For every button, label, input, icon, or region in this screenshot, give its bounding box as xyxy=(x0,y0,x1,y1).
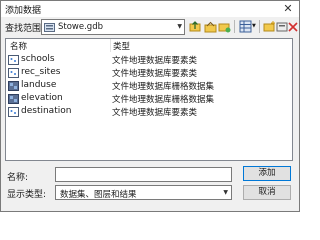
raster-dataset-icon xyxy=(8,94,19,104)
list-item[interactable]: elevation 文件地理数据库栅格数据集 xyxy=(6,93,292,105)
item-name: destination xyxy=(21,106,72,116)
item-type: 文件地理数据库要素类 xyxy=(112,108,198,118)
home-folder-icon[interactable] xyxy=(204,20,217,33)
list-item[interactable]: rec_sites 文件地理数据库要素类 xyxy=(6,67,292,79)
list-view-icon[interactable] xyxy=(239,20,252,33)
list-item[interactable]: destination 文件地理数据库要素类 xyxy=(6,106,292,118)
cancel-button[interactable]: 取消 xyxy=(243,185,291,200)
view-chevron-down-icon[interactable]: ▼ xyxy=(252,23,256,29)
point-feature-class-icon xyxy=(8,55,19,65)
add-button[interactable]: 添加 xyxy=(243,166,291,181)
show-type-value: 数据集、图层和结果 xyxy=(60,190,137,200)
item-type: 文件地理数据库要素类 xyxy=(112,69,198,79)
show-type-label: 显示类型: xyxy=(7,190,47,200)
name-input[interactable] xyxy=(55,167,232,182)
catalog-contents-list[interactable]: 名称 类型 schools 文件地理数据库要素类 rec_sites 文件地理数… xyxy=(5,38,293,161)
column-divider[interactable] xyxy=(110,39,111,52)
item-name: schools xyxy=(21,54,55,64)
up-one-level-icon[interactable] xyxy=(189,20,202,33)
new-folder-icon[interactable] xyxy=(263,20,276,33)
look-in-dropdown[interactable]: Stowe.gdb ▼ xyxy=(41,19,185,35)
look-in-label: 查找范围 xyxy=(5,24,42,34)
list-header: 名称 类型 xyxy=(6,39,292,52)
chevron-down-icon: ▼ xyxy=(177,23,182,30)
title-bar: 添加数据 ✕ xyxy=(1,1,299,17)
show-type-dropdown[interactable]: 数据集、图层和结果 ▼ xyxy=(55,185,232,200)
item-type: 文件地理数据库栅格数据集 xyxy=(112,82,215,92)
dialog-title: 添加数据 xyxy=(5,6,42,16)
toolbar-separator xyxy=(234,20,235,33)
item-name: rec_sites xyxy=(21,67,61,77)
point-feature-class-icon xyxy=(8,68,19,78)
delete-icon[interactable] xyxy=(288,20,298,33)
name-label: 名称: xyxy=(7,173,29,183)
chevron-down-icon: ▼ xyxy=(223,189,228,196)
item-type: 文件地理数据库要素类 xyxy=(112,56,198,66)
item-type: 文件地理数据库栅格数据集 xyxy=(112,95,215,105)
item-name: elevation xyxy=(21,93,63,103)
toolbar-separator xyxy=(259,20,260,33)
column-header-name[interactable]: 名称 xyxy=(10,40,27,52)
raster-dataset-icon xyxy=(8,81,19,91)
geodatabase-icon xyxy=(44,23,55,32)
point-feature-class-icon xyxy=(8,107,19,117)
add-data-dialog: 添加数据 ✕ 查找范围 Stowe.gdb ▼ ▼ 名称 类型 schools … xyxy=(0,0,300,212)
list-item[interactable]: schools 文件地理数据库要素类 xyxy=(6,54,292,66)
column-header-type[interactable]: 类型 xyxy=(113,40,130,52)
item-name: landuse xyxy=(21,80,57,90)
connect-folder-icon[interactable] xyxy=(218,20,231,33)
look-in-value: Stowe.gdb xyxy=(58,22,103,32)
list-item[interactable]: landuse 文件地理数据库栅格数据集 xyxy=(6,80,292,92)
close-button[interactable]: ✕ xyxy=(281,2,295,16)
toolbar: 查找范围 Stowe.gdb ▼ ▼ xyxy=(1,17,299,37)
